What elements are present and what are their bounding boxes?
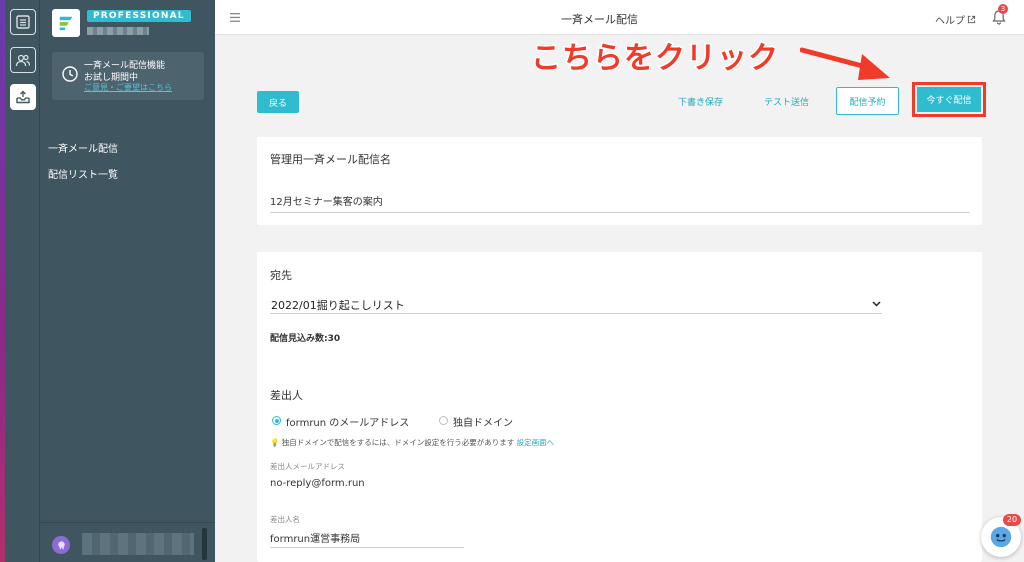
avatar	[52, 536, 70, 554]
radio-custom-label[interactable]: 独自ドメイン	[453, 414, 513, 429]
back-button[interactable]: 戻る	[257, 91, 299, 113]
sender-label: 差出人	[270, 389, 303, 402]
hint-text: 独自ドメインで配信をするには、ドメイン設定を行う必要があります	[281, 438, 515, 447]
name-card: 管理用一斉メール配信名 12月セミナー集客の案内	[257, 137, 982, 225]
sender-name-label: 差出人名	[270, 515, 300, 524]
chat-bot-icon	[990, 526, 1012, 548]
customers-rail-button[interactable]	[10, 47, 36, 73]
send-now-button[interactable]: 今すぐ配信	[917, 87, 981, 112]
save-draft-button[interactable]: 下書き保存	[678, 95, 723, 108]
inbox-upload-icon	[16, 90, 30, 104]
lightbulb-icon: 💡	[270, 438, 280, 447]
forms-rail-button[interactable]	[10, 9, 36, 35]
formrun-logo[interactable]	[52, 9, 80, 37]
name-input-underline	[270, 212, 970, 213]
top-bar: 一斉メール配信 ヘルプ 3	[215, 0, 1024, 35]
sender-name-underline	[270, 547, 464, 548]
radio-custom-domain[interactable]	[439, 416, 448, 425]
sidebar: PROFESSIONAL 一斉メール配信機能 お試し期間中 ご意見・ご要望はこち…	[40, 0, 215, 562]
radio-formrun-label[interactable]: formrun のメールアドレス	[286, 414, 409, 429]
external-link-icon	[967, 15, 976, 24]
clock-icon	[62, 66, 78, 82]
help-label: ヘルプ	[935, 16, 965, 27]
domain-hint: 💡 独自ドメインで配信をするには、ドメイン設定を行う必要があります 設定画面へ	[270, 437, 554, 448]
recipient-select-underline	[270, 313, 882, 314]
list-icon	[16, 15, 30, 29]
recipient-card: 宛先 2022/01掘り起こしリスト 配信見込み数:30 差出人 formrun…	[257, 252, 982, 562]
notification-badge: 3	[998, 4, 1008, 14]
arrow-icon	[800, 47, 890, 80]
sidebar-item-bulk-mail[interactable]: 一斉メール配信	[48, 140, 118, 155]
logo-icon	[59, 16, 73, 31]
sender-email-label: 差出人メールアドレス	[270, 462, 345, 471]
account-name-redacted	[82, 533, 194, 555]
name-input[interactable]: 12月セミナー集客の案内	[270, 193, 383, 208]
team-name-redacted	[87, 27, 149, 35]
send-now-highlight: 今すぐ配信	[912, 82, 986, 117]
sender-email-value: no-reply@form.run	[270, 478, 365, 489]
recipient-select[interactable]: 2022/01掘り起こしリスト	[271, 297, 405, 313]
recipient-label: 宛先	[270, 269, 292, 282]
sidebar-scrollbar[interactable]	[202, 528, 207, 560]
trial-notice: 一斉メール配信機能 お試し期間中 ご意見・ご要望はこちら	[52, 52, 204, 100]
chat-badge: 20	[1003, 514, 1021, 526]
chevron-down-icon[interactable]	[872, 301, 881, 307]
name-label: 管理用一斉メール配信名	[270, 153, 391, 166]
plan-badge: PROFESSIONAL	[87, 10, 191, 22]
sender-name-input[interactable]: formrun運営事務局	[270, 530, 360, 545]
page-title: 一斉メール配信	[561, 13, 638, 26]
icon-rail	[5, 0, 40, 562]
test-send-button[interactable]: テスト送信	[764, 95, 809, 108]
schedule-send-button[interactable]: 配信予約	[836, 87, 899, 115]
sidebar-item-mailing-lists[interactable]: 配信リスト一覧	[48, 166, 118, 181]
click-here-annotation: こちらをクリック	[530, 40, 780, 78]
settings-link[interactable]: 設定画面へ	[517, 438, 555, 447]
mail-rail-button[interactable]	[10, 84, 36, 110]
users-icon	[15, 54, 31, 67]
account-footer[interactable]	[40, 522, 215, 562]
radio-formrun-address[interactable]	[272, 416, 281, 425]
elephant-icon	[57, 540, 65, 549]
estimated-count: 配信見込み数:30	[270, 334, 341, 344]
help-link[interactable]: ヘルプ	[935, 12, 976, 27]
feedback-link[interactable]: ご意見・ご要望はこちら	[84, 82, 172, 93]
